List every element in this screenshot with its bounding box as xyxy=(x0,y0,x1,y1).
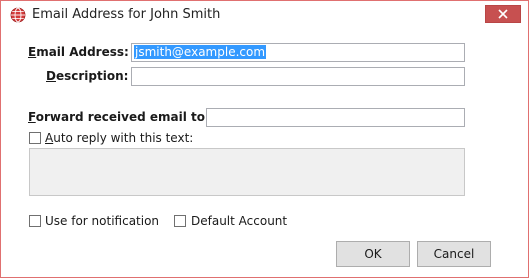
window-title: Email Address for John Smith xyxy=(32,7,221,22)
cancel-button[interactable]: Cancel xyxy=(417,241,491,267)
forward-email-label: Forward received email to xyxy=(28,110,206,124)
globe-icon xyxy=(10,7,26,23)
use-for-notification-checkbox[interactable] xyxy=(29,215,41,227)
default-account-label[interactable]: Default Account xyxy=(191,214,287,228)
auto-reply-label[interactable]: Auto reply with this text: xyxy=(45,131,193,145)
auto-reply-checkbox[interactable] xyxy=(29,132,41,144)
default-account-checkbox[interactable] xyxy=(174,215,186,227)
description-label: Description: xyxy=(46,69,129,83)
ok-button[interactable]: OK xyxy=(336,241,410,267)
dialog-window: Email Address for John Smith Email Addre… xyxy=(0,0,529,278)
auto-reply-textarea[interactable] xyxy=(29,148,465,196)
email-address-value: jsmith@example.com xyxy=(134,45,267,59)
close-icon xyxy=(498,9,508,19)
close-button[interactable] xyxy=(485,5,521,23)
use-for-notification-label[interactable]: Use for notification xyxy=(45,214,159,228)
email-address-field[interactable]: jsmith@example.com xyxy=(131,43,465,62)
forward-email-field[interactable] xyxy=(206,108,465,127)
title-bar[interactable]: Email Address for John Smith xyxy=(1,1,528,29)
description-field[interactable] xyxy=(131,67,465,86)
email-address-label: Email Address: xyxy=(28,45,129,59)
